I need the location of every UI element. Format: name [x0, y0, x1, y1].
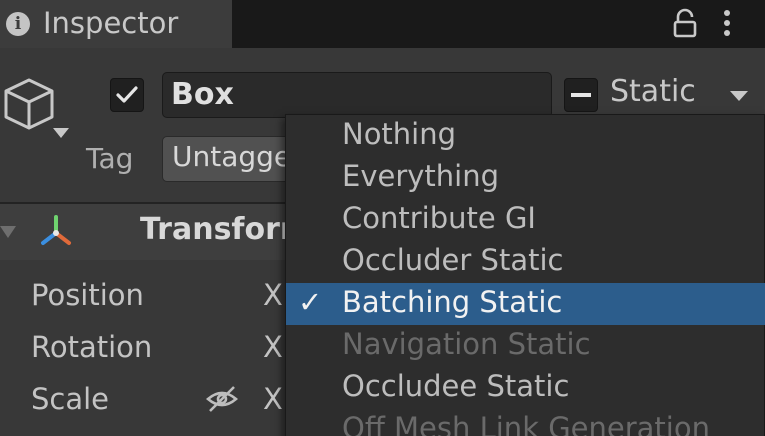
menu-item-label: Occludee Static: [342, 369, 570, 403]
scale-x-label[interactable]: X: [263, 382, 283, 416]
menu-item-label: Batching Static: [342, 285, 563, 319]
scale-label[interactable]: Scale: [31, 382, 109, 416]
menu-item-occludee-static[interactable]: Occludee Static: [286, 367, 765, 409]
menu-item-label: Nothing: [342, 117, 457, 151]
position-label[interactable]: Position: [31, 278, 144, 312]
menu-item-nothing[interactable]: Nothing: [286, 115, 765, 157]
tab-inspector[interactable]: i Inspector: [0, 0, 232, 48]
tab-label: Inspector: [43, 6, 179, 40]
foldout-arrow-icon[interactable]: [0, 224, 18, 242]
menu-item-label: Everything: [342, 159, 500, 193]
menu-item-occluder-static[interactable]: Occluder Static: [286, 241, 765, 283]
menu-item-off-mesh-link-generation: Off Mesh Link Generation: [286, 409, 765, 436]
menu-item-everything[interactable]: Everything: [286, 157, 765, 199]
menu-item-batching-static[interactable]: ✓ Batching Static: [286, 283, 765, 325]
rotation-x-label[interactable]: X: [263, 330, 283, 364]
static-label[interactable]: Static: [610, 74, 696, 109]
tag-value: Untagged: [172, 140, 302, 173]
checkmark-icon: ✓: [298, 285, 323, 319]
lock-icon[interactable]: [671, 8, 699, 38]
checkmark-icon: [116, 86, 138, 103]
menu-item-navigation-static: Navigation Static: [286, 325, 765, 367]
tag-dropdown[interactable]: Untagged: [162, 136, 302, 182]
menu-item-label: Occluder Static: [342, 243, 564, 277]
menu-item-contribute-gi[interactable]: Contribute GI: [286, 199, 765, 241]
transform-axes-icon: [41, 215, 71, 245]
mixed-dash-icon: [571, 93, 591, 97]
position-x-label[interactable]: X: [263, 278, 283, 312]
active-checkbox[interactable]: [110, 78, 144, 112]
tab-bar: i Inspector: [0, 0, 765, 48]
tag-label: Tag: [86, 142, 134, 175]
link-broken-icon[interactable]: [205, 384, 239, 414]
info-icon: i: [6, 12, 30, 36]
object-name-field[interactable]: Box: [162, 72, 552, 118]
static-dropdown-arrow-icon[interactable]: [729, 90, 749, 102]
rotation-label[interactable]: Rotation: [31, 330, 152, 364]
inspector-window: i Inspector Box Static Tag Untagged Tran…: [0, 0, 765, 436]
menu-item-label: Navigation Static: [342, 327, 591, 361]
cube-icon[interactable]: [2, 76, 56, 132]
kebab-menu-icon[interactable]: [718, 8, 736, 38]
static-checkbox-mixed[interactable]: [564, 78, 598, 112]
menu-item-label: Contribute GI: [342, 201, 536, 235]
menu-item-label: Off Mesh Link Generation: [342, 411, 710, 436]
chevron-down-icon[interactable]: [52, 127, 70, 139]
static-flags-menu: Nothing Everything Contribute GI Occlude…: [285, 114, 765, 436]
